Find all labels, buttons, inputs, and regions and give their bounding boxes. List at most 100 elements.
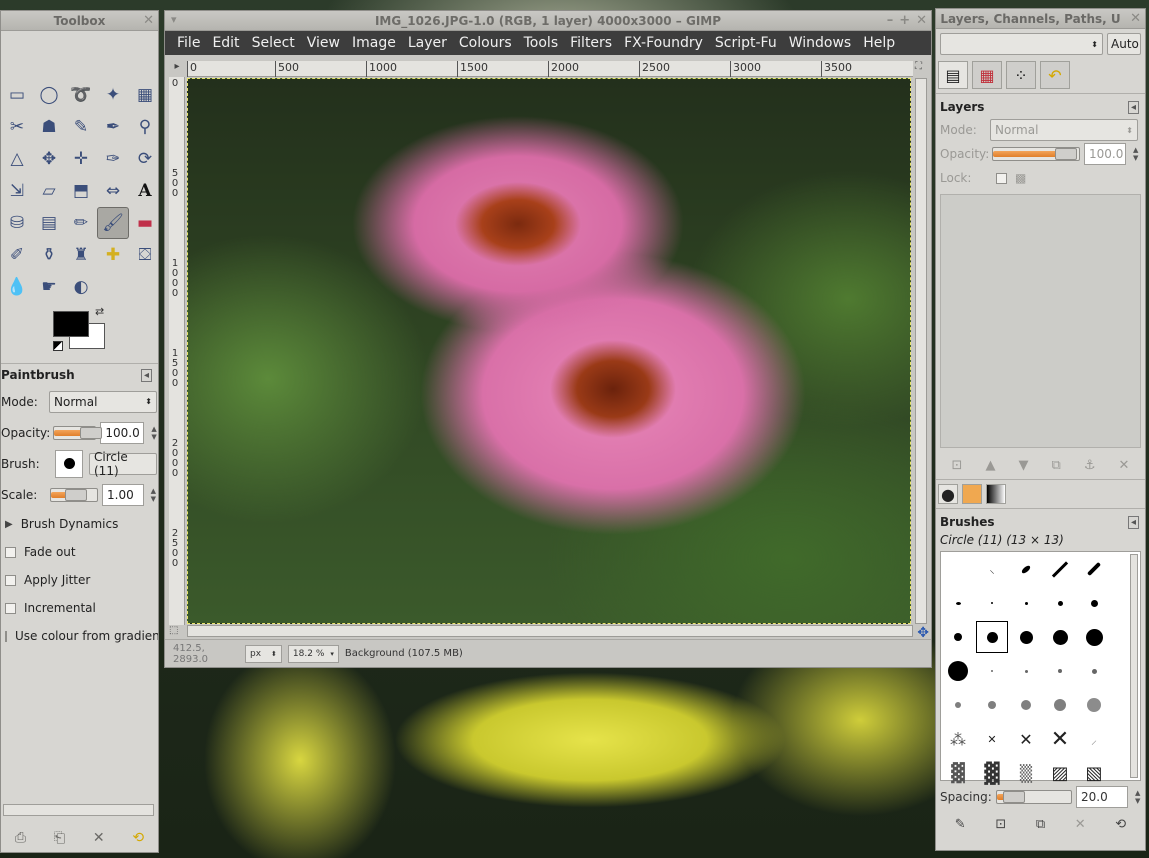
menu-fx-foundry[interactable]: FX-Foundry xyxy=(618,35,709,51)
spin-arrows-icon[interactable]: ▲ ▼ xyxy=(1133,146,1141,162)
spin-arrows-icon[interactable]: ▲ ▼ xyxy=(151,425,158,441)
foreground-select-tool-icon[interactable]: ☗ xyxy=(33,111,65,143)
raise-layer-icon[interactable]: ▲ xyxy=(985,458,995,473)
heal-tool-icon[interactable]: ✚ xyxy=(97,239,129,271)
dodge-burn-tool-icon[interactable]: ◐ xyxy=(65,271,97,303)
eraser-tool-icon[interactable]: ▬ xyxy=(129,207,161,239)
delete-options-icon[interactable]: ✕ xyxy=(93,830,105,846)
perspective-tool-icon[interactable]: ⬒ xyxy=(65,175,97,207)
lock-pixels-checkbox[interactable] xyxy=(996,172,1007,184)
configure-tab-icon[interactable]: ◂ xyxy=(140,368,152,382)
image-menu-icon[interactable]: ▸ xyxy=(169,61,185,77)
tab-patterns[interactable] xyxy=(962,484,982,504)
brush-cell-selected[interactable] xyxy=(975,620,1009,654)
brush-cell[interactable]: ✕ xyxy=(975,722,1009,756)
crop-tool-icon[interactable]: ✑ xyxy=(97,143,129,175)
brush-cell[interactable] xyxy=(1077,688,1111,722)
fade-out-check[interactable]: Fade out xyxy=(1,538,158,566)
brush-cell[interactable] xyxy=(1009,620,1043,654)
image-selector-combo[interactable]: ⬍ xyxy=(940,33,1103,55)
tab-channels[interactable]: ▦ xyxy=(972,61,1002,89)
brush-cell[interactable] xyxy=(1009,586,1043,620)
close-icon[interactable]: ✕ xyxy=(1130,11,1141,26)
incremental-check[interactable]: Incremental xyxy=(1,594,158,622)
clone-tool-icon[interactable]: ♜ xyxy=(65,239,97,271)
brush-cell[interactable]: ▒ xyxy=(1009,756,1043,790)
foreground-color-swatch[interactable] xyxy=(53,311,89,337)
brush-dynamics-expander[interactable]: ▶ Brush Dynamics xyxy=(1,510,158,538)
brush-cell[interactable]: ▓ xyxy=(941,756,975,790)
new-brush-icon[interactable]: ⊡ xyxy=(995,817,1006,832)
rect-select-tool-icon[interactable]: ▭ xyxy=(1,79,33,111)
menu-script-fu[interactable]: Script-Fu xyxy=(709,35,783,51)
menu-select[interactable]: Select xyxy=(246,35,301,51)
menu-image[interactable]: Image xyxy=(346,35,402,51)
menu-colours[interactable]: Colours xyxy=(453,35,518,51)
menu-layer[interactable]: Layer xyxy=(402,35,453,51)
spin-arrows-icon[interactable]: ▲ ▼ xyxy=(1135,789,1143,805)
layers-opacity-slider[interactable] xyxy=(992,147,1080,161)
delete-layer-icon[interactable]: ✕ xyxy=(1119,458,1130,473)
configure-tab-icon[interactable]: ◂ xyxy=(1127,515,1139,529)
paintbrush-tool-icon[interactable]: 🖌 xyxy=(97,207,129,239)
brush-cell[interactable] xyxy=(941,552,975,586)
menu-view[interactable]: View xyxy=(301,35,346,51)
brush-cell[interactable] xyxy=(941,688,975,722)
zoom-follow-icon[interactable]: ⛶ xyxy=(915,61,927,77)
measure-tool-icon[interactable]: △ xyxy=(1,143,33,175)
brush-cell[interactable] xyxy=(1009,654,1043,688)
airbrush-tool-icon[interactable]: ✐ xyxy=(1,239,33,271)
brush-cell[interactable] xyxy=(1077,586,1111,620)
text-tool-icon[interactable]: A xyxy=(129,175,161,207)
brush-cell[interactable] xyxy=(1077,552,1111,586)
brush-cell[interactable] xyxy=(1043,586,1077,620)
brush-cell[interactable] xyxy=(1043,552,1077,586)
brush-cell[interactable] xyxy=(975,654,1009,688)
brush-cell[interactable] xyxy=(975,688,1009,722)
unit-combo[interactable]: px ⬍ xyxy=(245,644,282,663)
duplicate-layer-icon[interactable]: ⧉ xyxy=(1052,458,1061,473)
zoom-combo[interactable]: 18.2 % ▾ xyxy=(287,644,339,663)
brush-cell[interactable] xyxy=(1077,654,1111,688)
maximize-icon[interactable]: + xyxy=(899,13,910,28)
brush-cell[interactable] xyxy=(1009,688,1043,722)
restore-options-icon[interactable]: ⎗ xyxy=(54,830,65,846)
color-select-tool-icon[interactable]: ▦ xyxy=(129,79,161,111)
checkbox[interactable] xyxy=(5,630,7,642)
dock-titlebar[interactable]: Layers, Channels, Paths, U ✕ xyxy=(936,9,1145,29)
menu-filters[interactable]: Filters xyxy=(564,35,618,51)
menu-edit[interactable]: Edit xyxy=(206,35,245,51)
brush-grid-scrollbar[interactable] xyxy=(1130,554,1138,778)
menu-windows[interactable]: Windows xyxy=(783,35,858,51)
vertical-scrollbar[interactable] xyxy=(915,78,927,624)
quick-mask-icon[interactable]: ⬚ xyxy=(169,625,183,637)
brush-grid[interactable]: ⸜ ⁂ ✕ ✕ ✕ ⸝ ▓ ▓ ▒ ▨ ▧ xyxy=(940,551,1141,785)
rotate-tool-icon[interactable]: ⟳ xyxy=(129,143,161,175)
window-menu-icon[interactable]: ▾ xyxy=(171,13,177,26)
mode-combo[interactable]: Normal ⬍ xyxy=(49,390,157,413)
menu-file[interactable]: File xyxy=(171,35,206,51)
brush-cell[interactable] xyxy=(941,654,975,688)
layers-list[interactable] xyxy=(940,194,1141,448)
checkbox[interactable] xyxy=(5,546,16,558)
duplicate-brush-icon[interactable]: ⧉ xyxy=(1036,817,1045,832)
blend-tool-icon[interactable]: ▤ xyxy=(33,207,65,239)
opacity-slider[interactable] xyxy=(53,425,102,440)
brush-cell[interactable] xyxy=(941,620,975,654)
swap-colors-icon[interactable]: ⇄ xyxy=(95,305,104,318)
brush-cell[interactable] xyxy=(1077,620,1111,654)
toolbox-hscroll[interactable] xyxy=(3,804,154,816)
delete-brush-icon[interactable]: ✕ xyxy=(1075,817,1086,832)
reset-options-icon[interactable]: ⟲ xyxy=(132,830,144,846)
brush-cell[interactable] xyxy=(1043,654,1077,688)
close-icon[interactable]: ✕ xyxy=(143,13,154,28)
zoom-tool-icon[interactable]: ⚲ xyxy=(129,111,161,143)
horizontal-scrollbar[interactable] xyxy=(187,625,913,637)
brush-cell[interactable]: ▓ xyxy=(975,756,1009,790)
configure-tab-icon[interactable]: ◂ xyxy=(1127,100,1139,114)
brush-cell[interactable]: ▧ xyxy=(1077,756,1111,790)
scissors-tool-icon[interactable]: ✂ xyxy=(1,111,33,143)
color-picker-tool-icon[interactable]: ✒ xyxy=(97,111,129,143)
perspective-clone-tool-icon[interactable]: ⛋ xyxy=(129,239,161,271)
align-tool-icon[interactable]: ✛ xyxy=(65,143,97,175)
